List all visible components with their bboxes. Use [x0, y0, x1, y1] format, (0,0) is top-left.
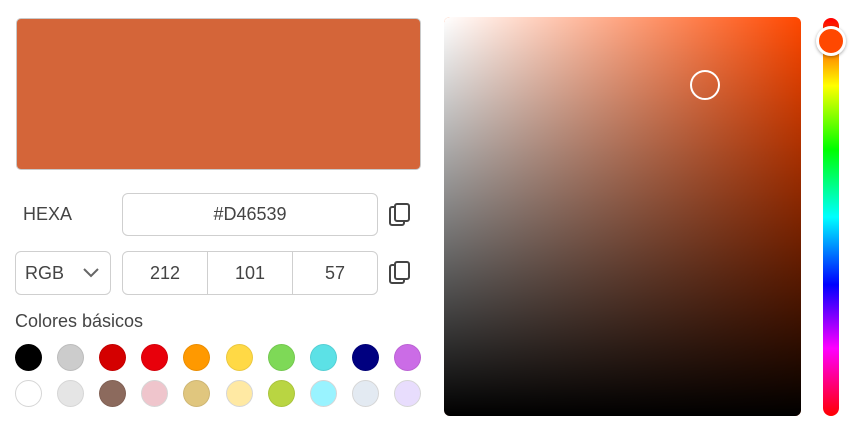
color-swatch[interactable] — [393, 344, 421, 371]
hexa-label: HEXA — [23, 204, 73, 224]
color-swatch[interactable] — [99, 380, 127, 407]
color-preview — [16, 18, 421, 170]
color-swatch[interactable] — [183, 380, 211, 407]
color-swatch[interactable] — [351, 380, 379, 407]
sv-cursor[interactable] — [689, 69, 720, 100]
color-swatch[interactable] — [183, 344, 211, 371]
hex-input[interactable]: #D46539 — [122, 193, 378, 236]
saturation-value-picker[interactable] — [444, 17, 801, 416]
color-swatch[interactable] — [309, 344, 337, 371]
blue-input[interactable]: 57 — [293, 252, 377, 294]
basic-colors-title: Colores básicos — [15, 311, 144, 331]
color-swatch[interactable] — [351, 344, 379, 371]
color-swatch[interactable] — [393, 380, 421, 407]
sv-black-layer — [444, 17, 801, 416]
color-swatch[interactable] — [141, 380, 169, 407]
color-swatch[interactable] — [57, 344, 85, 371]
color-swatch[interactable] — [309, 380, 337, 407]
red-input[interactable]: 212 — [123, 252, 208, 294]
color-swatch[interactable] — [267, 344, 295, 371]
green-input[interactable]: 101 — [208, 252, 293, 294]
color-swatch[interactable] — [267, 380, 295, 407]
color-swatch[interactable] — [15, 380, 42, 407]
color-swatch[interactable] — [225, 344, 253, 371]
chevron-down-icon — [83, 268, 99, 278]
copy-icon[interactable] — [389, 261, 411, 285]
color-mode-value: RGB — [25, 262, 65, 283]
copy-icon[interactable] — [389, 203, 411, 227]
rgb-inputs: 212 101 57 — [122, 251, 378, 295]
color-mode-select[interactable]: RGB — [15, 251, 111, 295]
color-swatch[interactable] — [141, 344, 169, 371]
hue-slider-thumb[interactable] — [816, 25, 846, 56]
color-swatch[interactable] — [99, 344, 127, 371]
color-swatch[interactable] — [15, 344, 42, 371]
hue-slider[interactable] — [823, 18, 839, 416]
color-swatch[interactable] — [57, 380, 85, 407]
color-swatch[interactable] — [225, 380, 253, 407]
